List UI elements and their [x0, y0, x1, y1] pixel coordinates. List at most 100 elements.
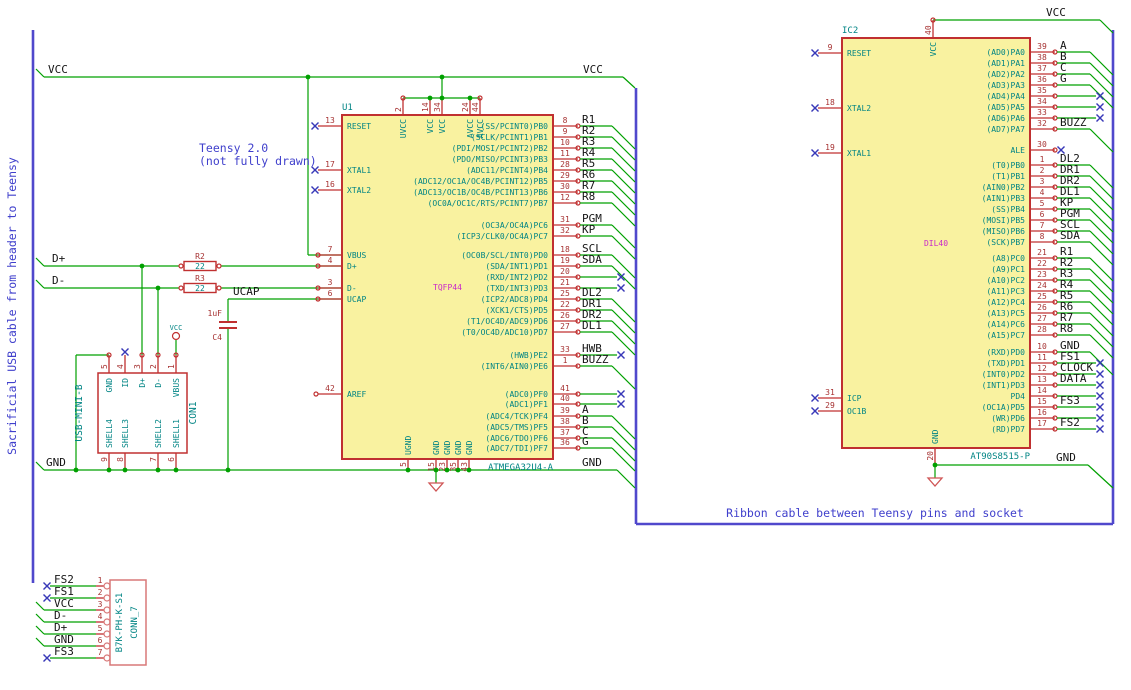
net-label: DL1	[582, 319, 602, 332]
pin-name: ALE	[1011, 146, 1026, 155]
junction-dot	[139, 263, 145, 269]
pin-name: UVCC	[399, 119, 408, 138]
wire	[1089, 268, 1114, 293]
pin-number: 4	[98, 612, 103, 621]
conn7-value: B7K-PH-K-S1	[115, 593, 125, 653]
wire	[611, 136, 636, 161]
wire	[1089, 312, 1114, 337]
pin-number: 35	[1037, 86, 1047, 95]
pin-number: 34	[1037, 97, 1047, 106]
pin-name: (T1)PB1	[991, 172, 1025, 181]
pin-number: 3	[1040, 177, 1045, 186]
junction-dot	[106, 467, 112, 473]
pin-number: 44	[471, 102, 480, 112]
junction-dot	[932, 462, 938, 468]
pin-number: 26	[1037, 303, 1047, 312]
net-label: FS3	[54, 645, 74, 658]
power-flag-circle	[171, 331, 181, 341]
pin-number: 17	[1037, 419, 1047, 428]
r3-reference: R3	[195, 274, 205, 283]
pin-name: (ADC4/TCK)PF4	[485, 412, 548, 421]
pin-number: 8	[116, 457, 125, 462]
pin-name: SHELL1	[172, 419, 181, 448]
pin-number: 7	[328, 245, 333, 254]
pin-number: 18	[825, 98, 835, 107]
r2-reference: R2	[195, 252, 205, 261]
ic2-reference: IC2	[842, 26, 858, 36]
pin-number: 25	[560, 289, 570, 298]
junction-dot	[439, 74, 445, 80]
wire	[611, 158, 636, 183]
pin-number: 6	[328, 289, 333, 298]
pin-name: SHELL3	[121, 419, 130, 448]
pin-name: (AD2)PA2	[986, 70, 1025, 79]
wire	[1089, 62, 1114, 87]
pin-name: SHELL2	[154, 419, 163, 448]
pin-number: 12	[560, 193, 570, 202]
net-label: GND	[582, 456, 602, 469]
pin-name: SHELL4	[105, 419, 114, 448]
pin-number: 1	[1040, 155, 1045, 164]
pin-name: (OC3A/OC4A)PC6	[481, 221, 549, 230]
wire	[1089, 219, 1114, 244]
wire	[611, 365, 636, 390]
pin-name: PD4	[1011, 392, 1026, 401]
ic2-value: AT90S8515-P	[970, 452, 1030, 462]
pin-number: 2	[98, 588, 103, 597]
pin-number: 11	[1037, 353, 1047, 362]
note-teensy-sub: (not fully drawn)	[199, 154, 317, 168]
wire	[611, 169, 636, 194]
pin-number: 38	[1037, 53, 1047, 62]
wire	[35, 613, 45, 623]
schematic-drawing: VCC VCCGND GNDD+D-UCAPVCCGNDU1ATMEGA32U4-A…	[31, 6, 1115, 666]
wire	[1089, 208, 1114, 233]
pin-number: 32	[1037, 119, 1047, 128]
pin-number: 8	[563, 116, 568, 125]
junction-dot	[444, 467, 450, 473]
net-label: VCC	[583, 63, 603, 76]
wire	[611, 125, 636, 150]
pin-name: D+	[347, 262, 357, 271]
pin-name: UGND	[404, 436, 413, 455]
pin-end-circle	[103, 582, 111, 590]
pin-name: AVCC	[476, 119, 485, 138]
pin-name: VBUS	[172, 378, 181, 397]
pin-number: 4	[1040, 188, 1045, 197]
wire	[1089, 301, 1114, 326]
u1-package: TQFP44	[433, 283, 462, 292]
wire	[35, 68, 45, 78]
pin-number: 21	[1037, 248, 1047, 257]
net-label: G	[1060, 72, 1067, 85]
r3-value: 22	[195, 284, 205, 293]
r2-value: 22	[195, 262, 205, 271]
wire	[1099, 19, 1114, 34]
pin-number: 31	[560, 215, 570, 224]
pin-end-circle	[103, 594, 111, 602]
junction-dot	[173, 467, 179, 473]
pin-name: VCC	[426, 119, 435, 134]
pin-name: (OC0B/SCL/INT0)PD0	[461, 251, 548, 260]
pin-name: (INT6/AIN0)PE6	[481, 362, 549, 371]
pin-name: GND	[465, 440, 474, 455]
pin-number: 17	[325, 160, 335, 169]
pin-name: D+	[138, 378, 147, 388]
junction-dot	[155, 285, 161, 291]
usb-connector-reference: CON1	[188, 401, 199, 424]
pin-end-circle	[103, 618, 111, 626]
wire	[611, 309, 636, 334]
pin-name: (MOSI)PB5	[982, 216, 1026, 225]
pin-end-circle	[103, 654, 111, 662]
pin-name: (OC0A/OC1C/RTS/PCINT7)PB7	[428, 199, 549, 208]
pin-number: 1	[563, 356, 568, 365]
pin-name: VCC	[929, 42, 938, 57]
schematic-page: VCC VCC GND GND D+ D- UCAP VCC GND U1 ATMEGA32U4-A…	[0, 0, 1131, 690]
pin-name: (A11)PC3	[986, 287, 1025, 296]
pin-number: 31	[825, 388, 835, 397]
power-flag-label: VCC	[170, 324, 183, 332]
pin-end-circle	[178, 285, 184, 291]
net-label: D+	[52, 252, 66, 265]
pin-name: (RXD/INT2)PD2	[485, 273, 548, 282]
pin-name: (ADC0)PF0	[505, 390, 549, 399]
junction-dot	[305, 74, 311, 80]
pin-number: 3	[328, 278, 333, 287]
